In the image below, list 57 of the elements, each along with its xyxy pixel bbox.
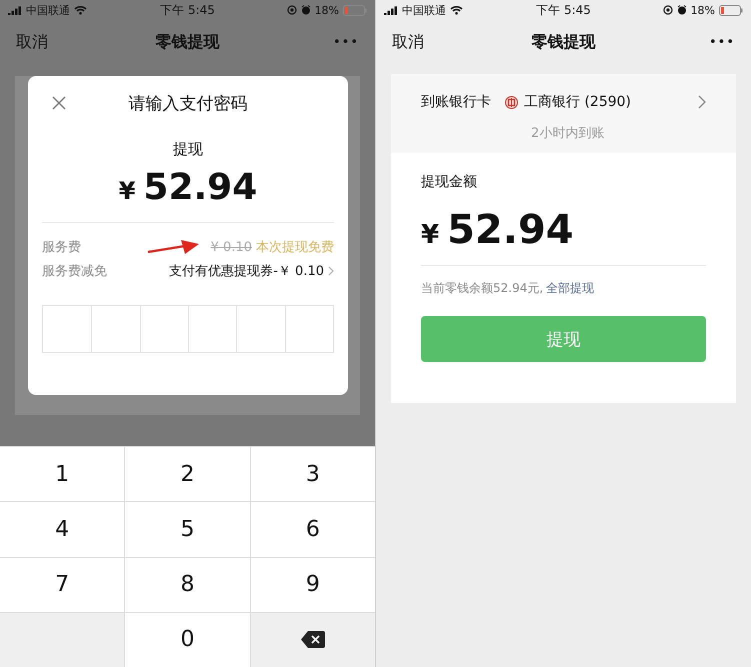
digit-key[interactable]: 6 — [250, 502, 375, 556]
arrival-time: 2小时内到账 — [531, 125, 606, 142]
rotation-lock-icon — [286, 5, 297, 15]
close-icon[interactable] — [52, 96, 66, 110]
bank-logo-icon — [505, 96, 518, 108]
digit-key[interactable]: 8 — [125, 558, 250, 612]
battery-icon — [343, 4, 368, 16]
battery-icon — [719, 4, 744, 16]
original-fee: ¥ 0.10 — [210, 240, 252, 254]
dialog-title: 请输入支付密码 — [128, 92, 248, 114]
delete-key[interactable] — [250, 612, 375, 667]
more-menu-button[interactable]: ••• — [332, 34, 359, 50]
digit-key[interactable]: 3 — [250, 447, 375, 502]
carrier-name: 中国联通 — [402, 2, 446, 18]
signal-icon — [8, 6, 22, 14]
more-menu-button[interactable]: ••• — [708, 34, 735, 50]
battery-percent: 18% — [690, 4, 716, 16]
fee-label: 服务费减免 — [42, 263, 107, 280]
page-title: 零钱提现 — [530, 32, 596, 52]
amount-value: 52.94 — [143, 167, 258, 208]
cancel-link[interactable]: 取消 — [392, 32, 424, 52]
free-fee-note: 本次提现免费 — [256, 239, 334, 256]
alarm-icon — [676, 5, 687, 15]
bank-card-panel[interactable]: 到账银行卡 工商银行 (2590) 2小时内到账 — [391, 74, 736, 153]
withdraw-label: 提现 — [173, 140, 203, 159]
balance-text: 当前零钱余额52.94元, 全部提现 — [421, 280, 596, 297]
fee-label: 服务费 — [42, 239, 81, 256]
chevron-right-icon[interactable] — [328, 266, 334, 276]
chevron-right-icon — [698, 95, 706, 109]
digit-key[interactable]: 2 — [125, 447, 250, 502]
digit-key[interactable]: 1 — [0, 447, 124, 502]
digit-key[interactable]: 7 — [0, 558, 124, 612]
password-field[interactable] — [42, 305, 334, 353]
digit-key[interactable]: 9 — [250, 558, 375, 612]
amount-input[interactable]: 52.94 — [447, 207, 574, 253]
alarm-icon — [300, 5, 311, 15]
digit-key[interactable]: 0 — [125, 612, 250, 667]
withdraw-all-link[interactable]: 全部提现 — [546, 281, 594, 295]
withdraw-amount-label: 提现金额 — [421, 173, 478, 191]
currency-symbol: ¥ — [421, 220, 440, 250]
wifi-icon — [74, 5, 87, 15]
signal-icon — [384, 6, 398, 14]
status-time: 下午 5:45 — [535, 2, 592, 18]
status-time: 下午 5:45 — [159, 2, 216, 18]
cancel-link[interactable]: 取消 — [16, 32, 48, 52]
currency-symbol: ¥ — [118, 177, 136, 205]
battery-percent: 18% — [314, 4, 340, 16]
digit-key[interactable]: 5 — [125, 502, 250, 556]
rotation-lock-icon — [662, 5, 673, 15]
backspace-icon — [300, 631, 325, 648]
digit-key[interactable]: 4 — [0, 502, 124, 556]
coupon-value: 支付有优惠提现券-￥ 0.10 — [169, 263, 324, 280]
page-title: 零钱提现 — [154, 32, 220, 52]
carrier-name: 中国联通 — [26, 2, 70, 18]
bank-name: 工商银行 (2590) — [524, 93, 632, 111]
wifi-icon — [450, 5, 463, 15]
bank-card-label: 到账银行卡 — [421, 93, 491, 111]
